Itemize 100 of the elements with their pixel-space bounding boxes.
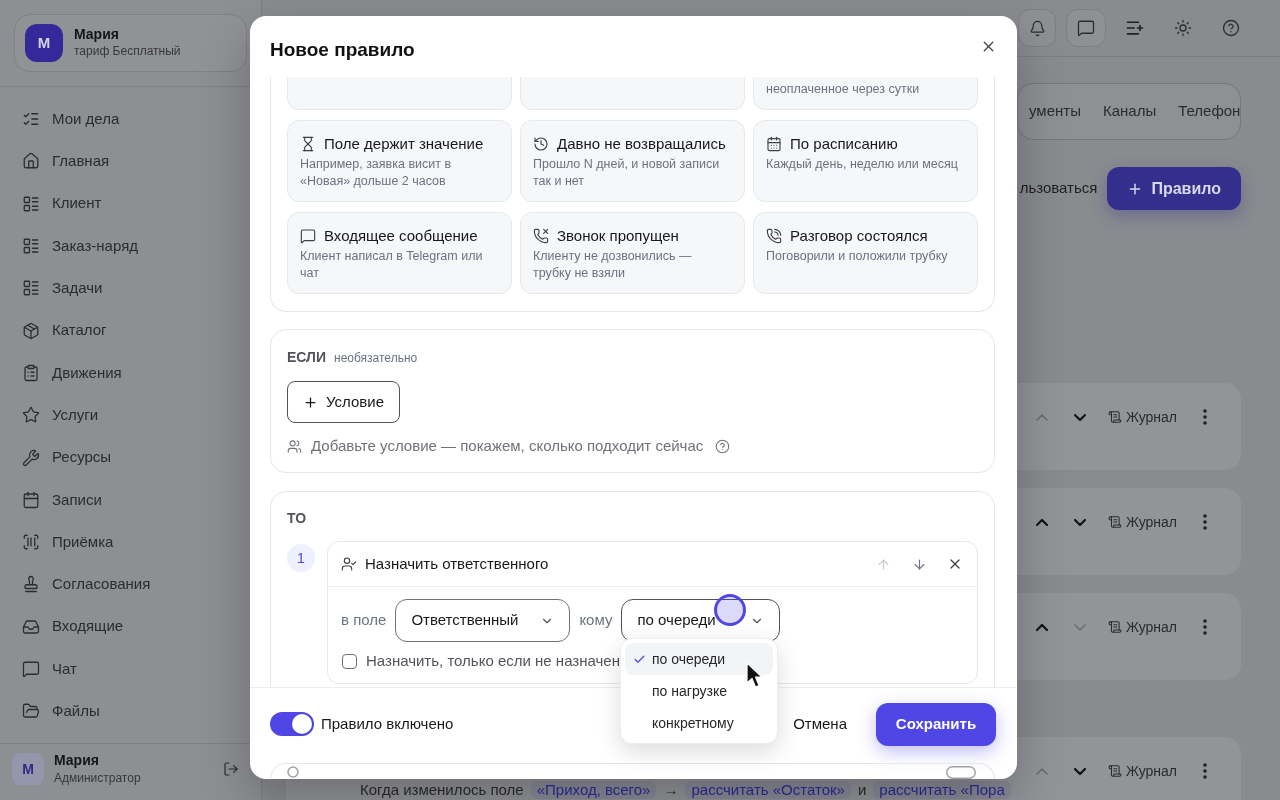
- step-number: 1: [287, 544, 315, 572]
- cancel-button[interactable]: Отмена: [779, 702, 861, 746]
- tab[interactable]: Каналы: [1093, 92, 1166, 131]
- help-link[interactable]: льзоваться: [1019, 177, 1098, 200]
- rule-description: и: [857, 781, 867, 799]
- rule-token[interactable]: рассчитать «Остаток»: [685, 781, 851, 799]
- log-button[interactable]: Журнал: [1103, 757, 1181, 785]
- trigger-card[interactable]: Разговор состоялся Поговорили и положили трубку: [753, 212, 978, 294]
- chat-icon: [300, 228, 316, 244]
- sidebar-item[interactable]: Приёмка: [10, 520, 251, 564]
- sidebar-item[interactable]: Клиент: [10, 182, 251, 225]
- sidebar-item[interactable]: Услуги: [10, 394, 251, 437]
- tab[interactable]: ументы: [1020, 92, 1090, 131]
- dropdown-option[interactable]: по нагрузке: [625, 675, 773, 707]
- list-layout-icon: [22, 279, 40, 298]
- plan-label: тариф Бесплатный: [74, 43, 181, 60]
- tab[interactable]: Телефон: [1169, 92, 1250, 131]
- add-rule-button[interactable]: Правило: [1107, 167, 1241, 210]
- target-label: кому: [579, 610, 613, 631]
- hourglass-icon: [300, 136, 316, 152]
- checkbox-label: Назначить, только если не назначен: [366, 650, 620, 671]
- inbox-icon: [22, 617, 40, 636]
- chat-icon: [22, 660, 40, 678]
- trigger-title: Входящее сообщение: [324, 225, 478, 246]
- trigger-description: неоплаченное через сутки: [766, 81, 921, 98]
- help-icon[interactable]: [715, 438, 731, 454]
- chat-icon: [1077, 19, 1095, 37]
- sidebar-item[interactable]: Мои дела: [10, 98, 251, 141]
- trigger-card[interactable]: неоплаченное через сутки: [753, 77, 978, 110]
- section-heading: ТО: [287, 509, 308, 527]
- dropdown-option[interactable]: конкретному: [625, 707, 773, 739]
- enabled-switch[interactable]: [270, 712, 314, 736]
- kebab-icon: [1203, 763, 1207, 779]
- sidebar-item[interactable]: Ресурсы: [10, 436, 251, 479]
- trigger-description: Каждый день, неделю или месяц: [766, 156, 959, 173]
- trigger-description: Клиенту не дозвонились — трубку не взяли: [533, 248, 693, 282]
- trigger-title: Поле держит значение: [324, 133, 484, 154]
- sidebar-item[interactable]: Записи: [10, 478, 251, 521]
- field-select[interactable]: Ответственный: [395, 599, 571, 642]
- help-icon[interactable]: [1222, 19, 1240, 37]
- scroll-icon: [1107, 764, 1122, 778]
- bell-icon: [1028, 19, 1046, 37]
- messages-button[interactable]: [1066, 9, 1106, 47]
- sidebar-item[interactable]: Файлы: [10, 690, 251, 733]
- scan-icon: [22, 533, 40, 552]
- logout-icon[interactable]: [223, 761, 239, 777]
- optional-note: необязательно: [334, 350, 418, 367]
- phone-missed-icon: [533, 228, 549, 244]
- sidebar-item[interactable]: Входящие: [10, 605, 251, 648]
- save-button[interactable]: Сохранить: [876, 702, 996, 746]
- box-icon: [22, 321, 40, 340]
- trigger-card[interactable]: Давно не возвращались Прошло N дней, и новой записи так и нет: [520, 120, 745, 202]
- field-label: в поле: [341, 610, 387, 631]
- trigger-card[interactable]: Поле держит значение Например, заявка висит в «Новая» дольше 2 часов: [287, 120, 512, 202]
- trigger-title: По расписанию: [790, 133, 898, 154]
- dropdown-option[interactable]: по очереди: [625, 643, 773, 675]
- user-check-icon: [341, 556, 357, 572]
- folder-icon: [22, 702, 40, 721]
- sidebar-item[interactable]: Чат: [10, 647, 251, 691]
- rule-description: Когда изменилось поле: [360, 781, 524, 799]
- add-condition-button[interactable]: Условие: [287, 381, 400, 423]
- kebab-icon: [1203, 409, 1207, 425]
- condition-hint: Добавьте условие — покажем, сколько подходит сейчас: [311, 435, 704, 456]
- trigger-description: Например, заявка висит в «Новая» дольше 2 часов: [300, 156, 453, 190]
- home-icon: [22, 152, 40, 171]
- clipboard-icon: [22, 363, 40, 382]
- log-button[interactable]: Журнал: [1103, 508, 1181, 536]
- calendar-icon: [766, 136, 782, 152]
- cursor-icon: [746, 662, 764, 689]
- scroll-icon: [1107, 620, 1122, 634]
- sidebar-item[interactable]: Задачи: [10, 267, 251, 310]
- notifications-button[interactable]: [1018, 9, 1056, 47]
- list-plus-icon[interactable]: [1125, 18, 1145, 38]
- sun-icon[interactable]: [1174, 19, 1192, 37]
- switch-label: Правило включено: [321, 713, 454, 734]
- profile-card[interactable]: M Мария тариф Бесплатный: [14, 14, 247, 72]
- trigger-description: Прошло N дней, и новой записи так и нет: [533, 156, 721, 190]
- checkbox[interactable]: [342, 653, 357, 669]
- log-button[interactable]: Журнал: [1103, 403, 1181, 431]
- trigger-card[interactable]: Входящее сообщение Клиент написал в Telegram или чат: [287, 212, 512, 294]
- sidebar-item[interactable]: Движения: [10, 351, 251, 395]
- sidebar-item[interactable]: Каталог: [10, 309, 251, 352]
- circle-icon: [287, 766, 299, 778]
- rule-token[interactable]: «Приход, всего»: [530, 781, 657, 799]
- calendar-icon: [22, 490, 40, 509]
- star-icon: [22, 406, 40, 425]
- sidebar-item[interactable]: Главная: [10, 140, 251, 183]
- sidebar-item[interactable]: Согласования: [10, 563, 251, 606]
- trigger-card[interactable]: По расписанию Каждый день, неделю или месяц: [753, 120, 978, 202]
- avatar: M: [25, 24, 63, 62]
- list-layout-icon: [22, 237, 40, 256]
- modal-title: Новое правило: [270, 38, 415, 62]
- action-title: Назначить ответственного: [365, 553, 549, 574]
- kebab-icon: [1203, 619, 1207, 635]
- log-button[interactable]: Журнал: [1103, 613, 1181, 641]
- list-layout-icon: [22, 194, 40, 213]
- sidebar-item[interactable]: Заказ-наряд: [10, 224, 251, 268]
- section-heading: ЕСЛИ: [287, 348, 326, 366]
- trigger-card[interactable]: Звонок пропущен Клиенту не дозвонились — трубку не взяли: [520, 212, 745, 294]
- rule-token[interactable]: рассчитать «Пора: [873, 781, 1011, 799]
